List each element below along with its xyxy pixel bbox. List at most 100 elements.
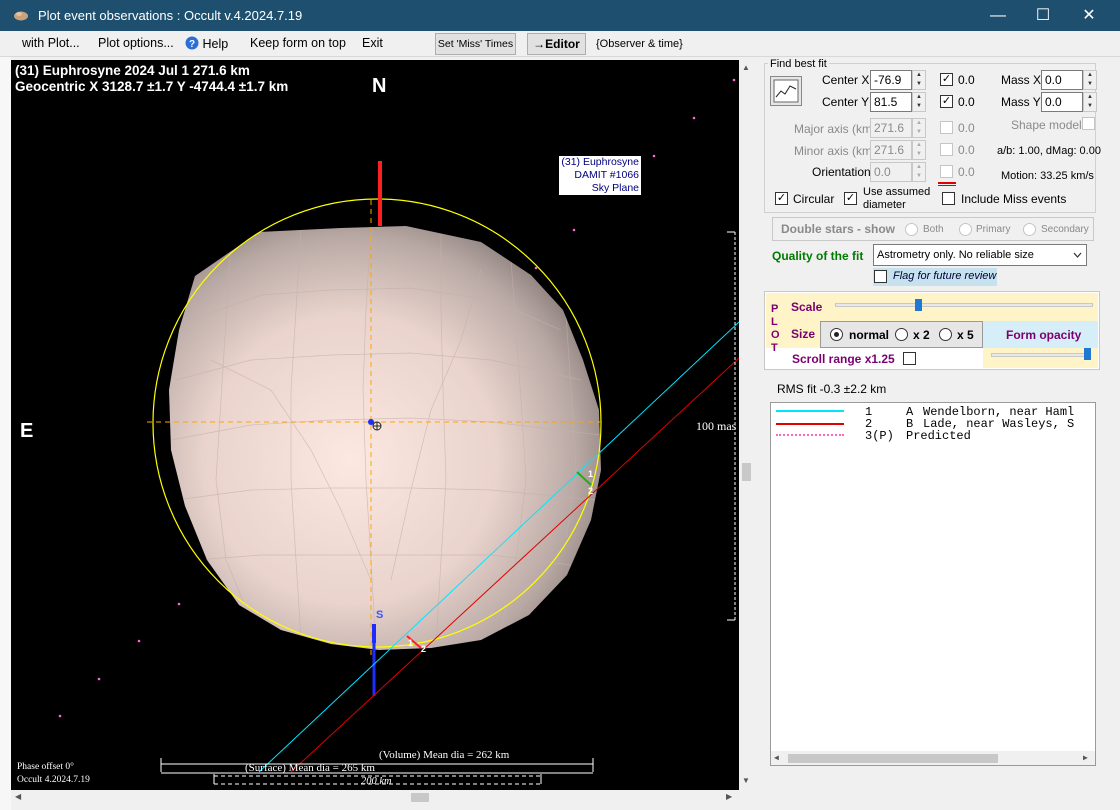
size-normal-radio[interactable] <box>830 328 843 341</box>
legend-scroll-right-icon[interactable]: ▶ <box>1083 753 1088 763</box>
center-y-check-value: 0.0 <box>958 95 975 109</box>
minimize-button[interactable]: — <box>975 0 1021 31</box>
shape-model-checkbox[interactable] <box>1082 117 1095 130</box>
use-assumed-label: Use assumed <box>863 186 931 198</box>
scroll-up-icon[interactable]: ▲ <box>742 63 750 72</box>
plot-side-label-l: L <box>771 316 778 328</box>
diameter-label: diameter <box>863 199 906 211</box>
center-x-check-value: 0.0 <box>958 73 975 87</box>
use-assumed-checkbox[interactable]: ✓ <box>844 192 857 205</box>
motion-label: Motion: 33.25 km/s <box>1001 170 1094 182</box>
scale-label: Scale <box>791 300 823 314</box>
size-x5-label: x 5 <box>957 328 974 342</box>
predicted-name: Predicted <box>906 429 971 443</box>
minor-axis-spinner[interactable]: ▲ ▼ <box>912 140 926 160</box>
quality-select[interactable]: Astrometry only. No reliable size <box>873 244 1087 266</box>
menu-plot-options[interactable]: Plot options... <box>98 36 174 50</box>
orientation-input[interactable]: 0.0 <box>870 162 912 182</box>
primary-radio[interactable] <box>959 223 972 236</box>
fit-graph-button[interactable] <box>770 76 802 106</box>
mass-y-input[interactable]: 0.0 <box>1041 92 1083 112</box>
major-axis-label: Major axis (km) <box>794 122 877 136</box>
legend-scroll-left-icon[interactable]: ◀ <box>774 753 779 763</box>
phase-offset-label: Phase offset 0° <box>17 762 74 772</box>
scale-label-mas: 100 mas <box>696 419 737 433</box>
plot-vertical-scrollbar[interactable]: ▲ ▼ <box>739 60 754 790</box>
circular-checkbox[interactable]: ✓ <box>775 192 788 205</box>
opacity-slider-thumb[interactable] <box>1084 348 1091 360</box>
scale-slider-thumb[interactable] <box>915 299 923 311</box>
major-axis-spinner[interactable]: ▲ ▼ <box>912 118 926 138</box>
flag-review-checkbox[interactable] <box>874 270 887 283</box>
size-x2-radio[interactable] <box>895 328 908 341</box>
asteroid-shape <box>169 226 601 650</box>
ab-dmag-label: a/b: 1.00, dMag: 0.00 <box>997 145 1101 157</box>
menu-with-plot[interactable]: with Plot... <box>22 36 80 50</box>
orientation-spinner[interactable]: ▲ ▼ <box>912 162 926 182</box>
mass-x-spinner[interactable]: ▲ ▼ <box>1083 70 1097 90</box>
vertical-scroll-thumb[interactable] <box>742 463 751 481</box>
include-miss-checkbox[interactable] <box>942 192 955 205</box>
quality-select-value: Astrometry only. No reliable size <box>877 249 1034 261</box>
orientation-checkbox[interactable] <box>940 165 953 178</box>
observer-legend-list[interactable]: 1 A Wendelborn, near Haml 2 B Lade, near… <box>770 402 1096 766</box>
help-icon: ? <box>185 36 199 50</box>
center-y-spinner[interactable]: ▲ ▼ <box>912 92 926 112</box>
menu-bar: with Plot... Plot options... ? Help Keep… <box>0 31 1120 57</box>
model-legend-damit: DAMIT #1066 <box>574 169 639 181</box>
horizontal-scroll-thumb[interactable] <box>411 793 429 802</box>
plot-side-label-t: T <box>771 342 778 354</box>
double-stars-label: Double stars - show <box>781 222 896 236</box>
menu-keep-on-top[interactable]: Keep form on top <box>250 36 346 50</box>
legend-horizontal-scrollbar[interactable]: ◀ ▶ <box>771 751 1095 765</box>
center-x-spinner[interactable]: ▲ ▼ <box>912 70 926 90</box>
plot-area[interactable]: (31) Euphrosyne 2024 Jul 1 271.6 km Geoc… <box>11 60 739 790</box>
major-axis-input[interactable]: 271.6 <box>870 118 912 138</box>
window-title: Plot event observations : Occult v.4.202… <box>38 8 303 23</box>
plot-title-line2: Geocentric X 3128.7 ±1.7 Y -4744.4 ±1.7 … <box>15 79 289 94</box>
occult-window: Plot event observations : Occult v.4.202… <box>0 0 1120 810</box>
observer-2-swatch <box>776 423 844 425</box>
plot-horizontal-scrollbar[interactable]: ◀ ▶ <box>11 790 739 805</box>
mass-x-input[interactable]: 0.0 <box>1041 70 1083 90</box>
minor-axis-checkbox[interactable] <box>940 143 953 156</box>
orientation-check-value: 0.0 <box>958 165 975 179</box>
size-x5-radio[interactable] <box>939 328 952 341</box>
scroll-range-label: Scroll range x1.25 <box>792 352 895 366</box>
editor-button[interactable]: →Editor <box>527 33 586 55</box>
red-line-indicator <box>938 182 956 186</box>
center-x-input[interactable]: -76.9 <box>870 70 912 90</box>
scroll-range-checkbox[interactable] <box>903 352 916 365</box>
size-label: Size <box>791 327 816 341</box>
volume-dia-label: (Volume) Mean dia = 262 km <box>379 749 510 761</box>
scroll-left-icon[interactable]: ◀ <box>15 792 21 801</box>
opacity-slider-bg <box>983 346 1098 368</box>
form-opacity-label: Form opacity <box>1006 328 1082 342</box>
chord-label-1a: 1 <box>588 469 594 479</box>
menu-exit[interactable]: Exit <box>362 36 383 50</box>
mass-y-spinner[interactable]: ▲ ▼ <box>1083 92 1097 112</box>
minor-axis-input[interactable]: 271.6 <box>870 140 912 160</box>
both-radio[interactable] <box>905 223 918 236</box>
scroll-right-icon[interactable]: ▶ <box>726 792 732 801</box>
legend-scroll-thumb[interactable] <box>788 754 998 763</box>
menu-help[interactable]: ? Help <box>185 36 228 51</box>
center-x-checkbox[interactable]: ✓ <box>940 73 953 86</box>
maximize-button[interactable]: ☐ <box>1020 0 1066 31</box>
scroll-down-icon[interactable]: ▼ <box>742 776 750 785</box>
orientation-label: Orientation <box>812 165 871 179</box>
flag-review-label: Flag for future review <box>893 270 997 282</box>
scale-slider[interactable] <box>835 303 1093 307</box>
major-axis-checkbox[interactable] <box>940 121 953 134</box>
opacity-slider[interactable] <box>991 353 1091 357</box>
rms-fit-label: RMS fit -0.3 ±2.2 km <box>777 382 887 396</box>
center-y-checkbox[interactable]: ✓ <box>940 95 953 108</box>
shape-model-label: Shape model <box>1011 118 1082 132</box>
close-button[interactable]: ✕ <box>1066 0 1112 31</box>
secondary-radio[interactable] <box>1023 223 1036 236</box>
predicted-num: 3(P) <box>865 429 894 443</box>
plot-side-label-p: P <box>771 303 779 315</box>
center-y-input[interactable]: 81.5 <box>870 92 912 112</box>
set-miss-times-button[interactable]: Set 'Miss' Times <box>435 33 516 55</box>
surface-dia-label: (Surface) Mean dia = 265 km <box>245 762 375 774</box>
